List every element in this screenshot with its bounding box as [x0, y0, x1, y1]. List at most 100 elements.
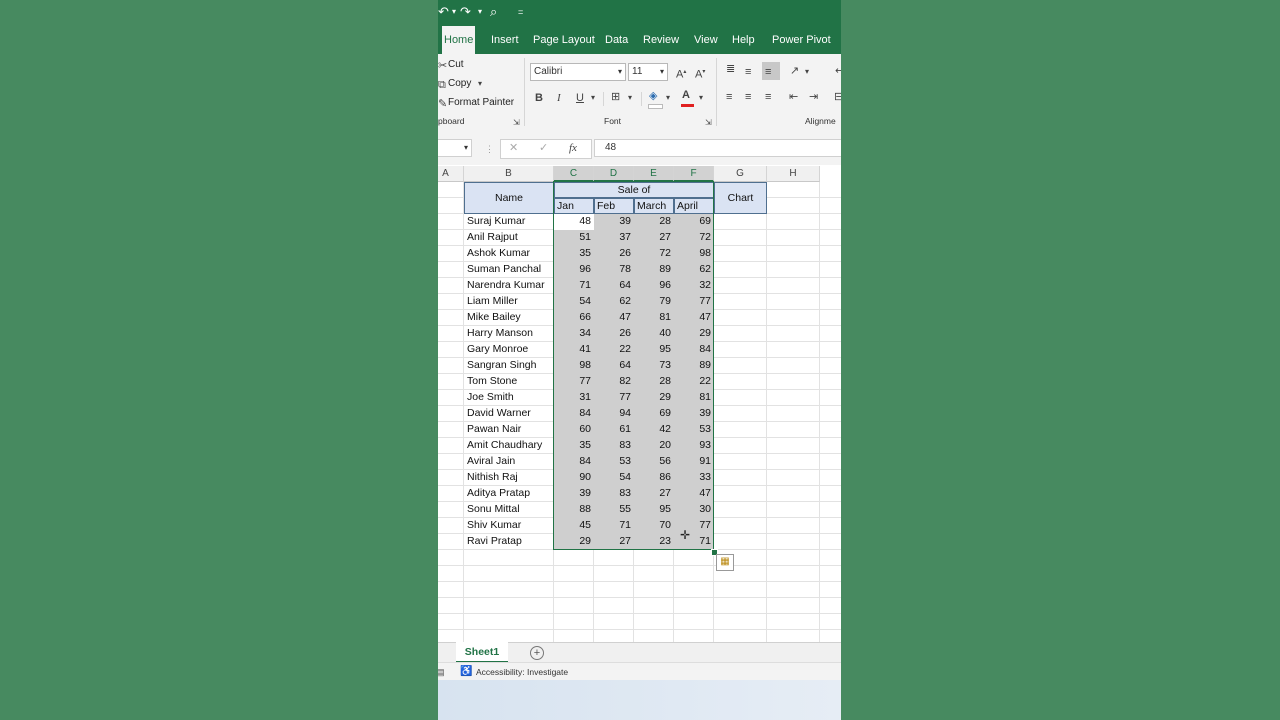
cursor-crosshair-icon: ✛	[680, 528, 691, 542]
redo-icon[interactable]: ↷	[460, 4, 471, 20]
name-cell[interactable]: Ravi Pratap	[464, 534, 554, 550]
name-cell[interactable]: Nithish Raj	[464, 470, 554, 486]
tab-help[interactable]: Help	[732, 26, 755, 54]
tab-page-layout[interactable]: Page Layout	[533, 26, 595, 54]
font-launcher-icon[interactable]: ⇲	[705, 116, 712, 130]
name-cell[interactable]: Liam Miller	[464, 294, 554, 310]
align-left-icon[interactable]: ≡	[726, 90, 732, 104]
name-cell[interactable]: Narendra Kumar	[464, 278, 554, 294]
decrease-indent-icon[interactable]: ⇤	[789, 90, 798, 104]
font-size-select[interactable]: 11 ▾	[628, 63, 668, 81]
chart-header-cell[interactable]: Chart	[714, 182, 767, 214]
top-align-icon[interactable]: ≣	[726, 62, 735, 76]
name-cell[interactable]: Suraj Kumar	[464, 214, 554, 230]
font-color-dropdown-icon[interactable]: ▾	[699, 91, 703, 105]
enter-icon[interactable]: ✓	[539, 141, 548, 155]
excel-window: ↶ ▾ ↷ ▾ ⌕ = Home Insert Page Layout Data…	[438, 0, 841, 720]
formula-value: 48	[605, 142, 617, 153]
copy-button[interactable]: Copy	[448, 78, 471, 89]
fill-color-icon[interactable]: ◈	[649, 89, 657, 103]
tab-home[interactable]: Home	[442, 26, 476, 54]
name-cell[interactable]: Amit Chaudhary	[464, 438, 554, 454]
macro-record-icon[interactable]: ▤	[438, 665, 445, 679]
orientation-icon[interactable]: ↗	[790, 64, 799, 78]
redo-dropdown-icon[interactable]: ▾	[478, 4, 482, 20]
bold-button[interactable]: B	[535, 91, 543, 105]
column-header-a[interactable]: A	[438, 166, 464, 182]
borders-dropdown-icon[interactable]: ▾	[628, 91, 632, 105]
middle-align-icon[interactable]: ≡	[745, 65, 751, 79]
print-preview-icon[interactable]: ⌕	[490, 4, 497, 20]
cancel-icon[interactable]: ✕	[509, 141, 518, 155]
font-color-icon[interactable]: A	[682, 88, 690, 102]
copy-dropdown-icon[interactable]: ▾	[478, 77, 482, 91]
copy-icon: ⧉	[438, 79, 446, 91]
ribbon: ✂ Cut ⧉ Copy ▾ ✎ Format Painter pboard ⇲…	[438, 54, 841, 132]
tab-data[interactable]: Data	[605, 26, 628, 54]
name-cell[interactable]: Shiv Kumar	[464, 518, 554, 534]
wrap-text-icon[interactable]: ↵	[835, 64, 841, 78]
clipboard-group-label: pboard	[438, 116, 465, 126]
name-cell[interactable]: Anil Rajput	[464, 230, 554, 246]
grow-font-icon[interactable]: A▴	[676, 65, 686, 82]
undo-icon[interactable]: ↶	[438, 4, 449, 20]
name-cell[interactable]: Gary Monroe	[464, 342, 554, 358]
alignment-group-label: Alignme	[805, 116, 836, 126]
customize-qat-icon[interactable]: =	[518, 4, 523, 20]
font-name-select[interactable]: Calibri ▾	[530, 63, 626, 81]
column-header-b[interactable]: B	[464, 166, 554, 182]
name-cell[interactable]: Aditya Pratap	[464, 486, 554, 502]
name-cell[interactable]: Sonu Mittal	[464, 502, 554, 518]
add-sheet-button[interactable]: +	[530, 646, 544, 660]
align-center-icon[interactable]: ≡	[745, 90, 751, 104]
borders-icon[interactable]: ⊞	[611, 90, 620, 104]
undo-dropdown-icon[interactable]: ▾	[452, 4, 456, 20]
merge-center-icon[interactable]: ⊟	[834, 90, 841, 104]
tab-insert[interactable]: Insert	[491, 26, 519, 54]
orientation-dropdown-icon[interactable]: ▾	[805, 65, 809, 79]
italic-button[interactable]: I	[557, 91, 561, 105]
name-cell[interactable]: Suman Panchal	[464, 262, 554, 278]
name-cell[interactable]: Aviral Jain	[464, 454, 554, 470]
name-header-cell[interactable]: Name	[464, 182, 554, 214]
name-cell[interactable]: Tom Stone	[464, 374, 554, 390]
font-color-swatch	[681, 104, 694, 107]
format-painter-button[interactable]: Format Painter	[448, 97, 514, 108]
gridline-horizontal	[438, 581, 841, 582]
insert-function-icon[interactable]: fx	[569, 141, 577, 155]
worksheet-grid[interactable]: ABCDEFGH Name Sale of Jan Feb March April Char…	[438, 166, 841, 646]
cut-button[interactable]: Cut	[448, 59, 464, 70]
tab-view[interactable]: View	[694, 26, 718, 54]
underline-button[interactable]: U	[576, 91, 584, 105]
bottom-align-button[interactable]: ≡	[762, 62, 780, 80]
formula-bar-grip-icon: ⋮	[485, 144, 494, 154]
shrink-font-icon[interactable]: A▾	[695, 65, 705, 82]
clipboard-launcher-icon[interactable]: ⇲	[513, 116, 520, 130]
name-cell[interactable]: Mike Bailey	[464, 310, 554, 326]
fill-color-dropdown-icon[interactable]: ▾	[666, 91, 670, 105]
name-cell[interactable]: Harry Manson	[464, 326, 554, 342]
column-header-h[interactable]: H	[767, 166, 820, 182]
quick-analysis-icon[interactable]: ▦	[716, 554, 734, 571]
ribbon-divider	[603, 92, 604, 106]
name-cell[interactable]: Joe Smith	[464, 390, 554, 406]
font-size-value: 11	[632, 66, 643, 77]
column-header-c[interactable]: C	[554, 166, 594, 182]
column-header-f[interactable]: F	[674, 166, 714, 182]
name-cell[interactable]: David Warner	[464, 406, 554, 422]
name-box[interactable]: ▾	[438, 139, 472, 157]
sheet-tab[interactable]: Sheet1	[456, 642, 508, 663]
name-cell[interactable]: Ashok Kumar	[464, 246, 554, 262]
increase-indent-icon[interactable]: ⇥	[809, 90, 818, 104]
column-header-d[interactable]: D	[594, 166, 634, 182]
align-right-icon[interactable]: ≡	[765, 90, 771, 104]
column-header-g[interactable]: G	[714, 166, 767, 182]
name-cell[interactable]: Pawan Nair	[464, 422, 554, 438]
tab-power-pivot[interactable]: Power Pivot	[772, 26, 831, 54]
accessibility-status[interactable]: Accessibility: Investigate	[476, 667, 568, 677]
tab-review[interactable]: Review	[643, 26, 679, 54]
formula-input[interactable]: 48	[594, 139, 841, 157]
underline-dropdown-icon[interactable]: ▾	[591, 91, 595, 105]
name-cell[interactable]: Sangran Singh	[464, 358, 554, 374]
column-header-e[interactable]: E	[634, 166, 674, 182]
